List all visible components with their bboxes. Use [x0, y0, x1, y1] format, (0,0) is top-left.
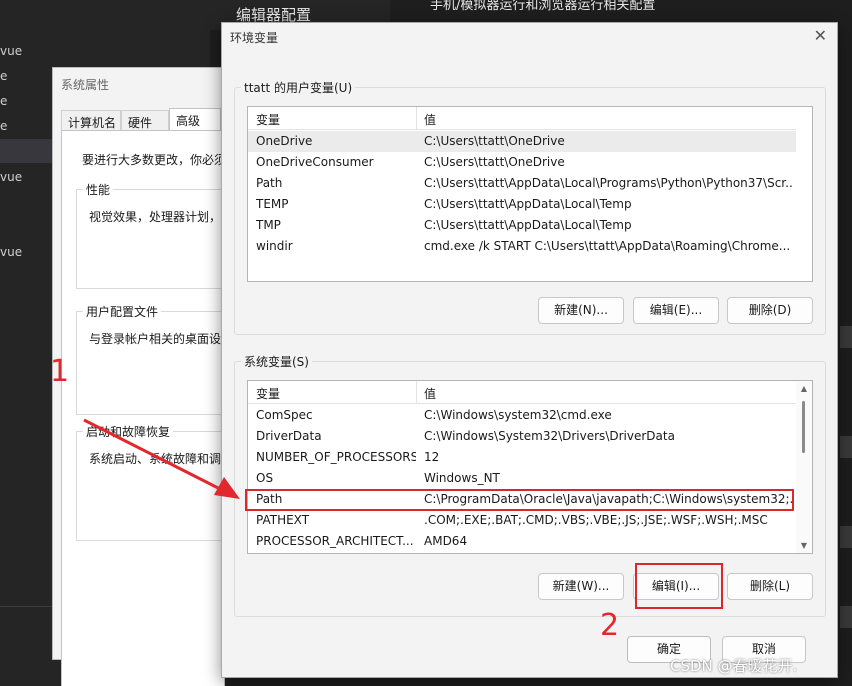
annotation-arrow-layer — [83, 418, 240, 499]
annotation-arrow-shaft — [83, 418, 227, 494]
watermark: CSDN @春暖花开. — [670, 657, 798, 675]
annotation-arrow-head — [214, 477, 240, 499]
